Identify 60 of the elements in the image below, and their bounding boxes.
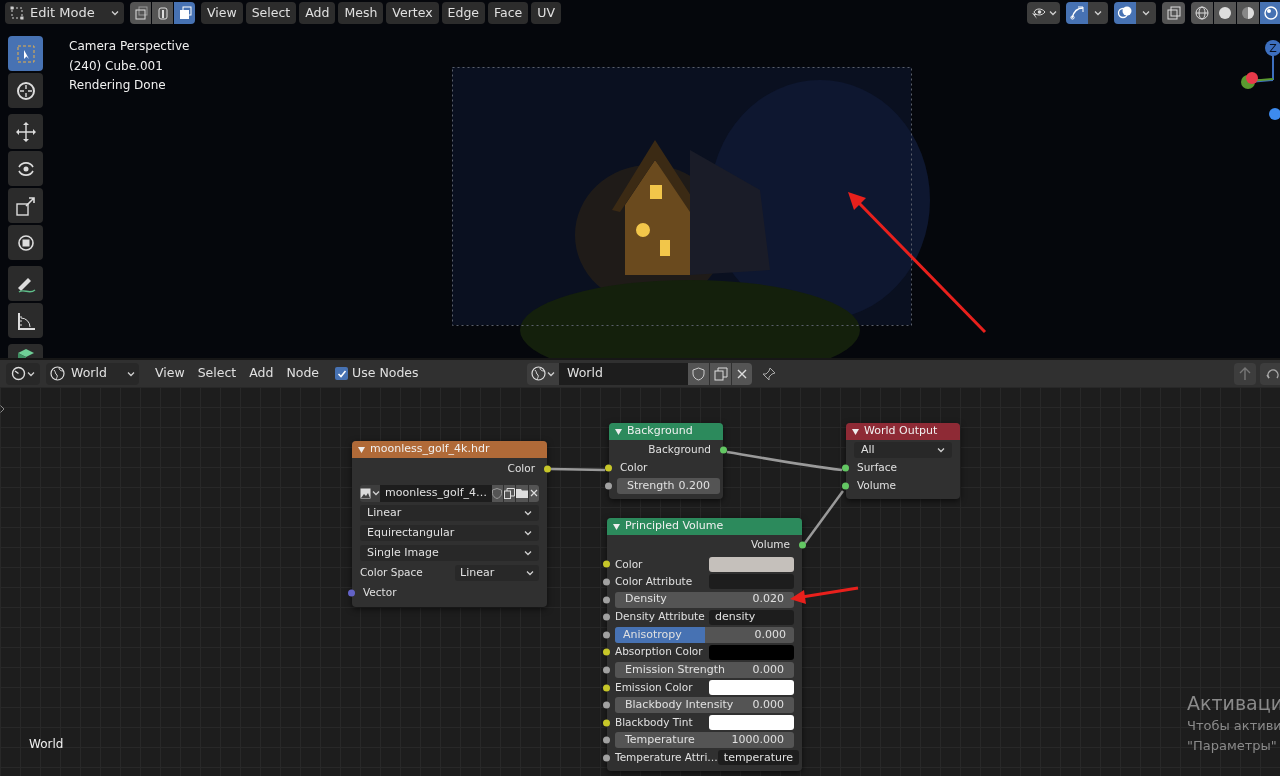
socket-label: Absorption Color — [615, 644, 704, 660]
socket-label: Volume — [750, 536, 791, 552]
dropdown-field[interactable]: Linear — [360, 505, 539, 521]
node-header[interactable]: World Output — [846, 423, 960, 440]
dropdown-field[interactable]: All — [854, 442, 952, 458]
viewport-info-text: Rendering Done — [69, 77, 167, 94]
viewport-info-text: (240) Cube.001 — [69, 57, 164, 75]
menu-button[interactable]: Add — [243, 362, 280, 385]
socket-label: Background — [648, 442, 712, 458]
activation-notice-text: "Параметры" — [1187, 737, 1278, 755]
socket-label: Volume — [856, 478, 897, 494]
socket-label: Density Attribute — [615, 609, 706, 625]
activation-notice-text: Чтобы активи — [1187, 717, 1280, 735]
node-title: Principled Volume — [625, 518, 724, 535]
use-nodes-checkbox[interactable]: Use Nodes — [335, 364, 419, 383]
number-field[interactable]: Density 0.020 — [615, 591, 794, 608]
socket-label: Blackbody Tint — [615, 714, 694, 730]
number-field[interactable]: Temperature 1000.000 — [615, 732, 794, 749]
dropdown-field[interactable]: Equirectangular — [360, 525, 539, 541]
world-name-field[interactable]: World — [559, 362, 688, 385]
socket-label: Color — [619, 460, 648, 476]
dropdown-field[interactable]: Linear — [455, 565, 539, 581]
menu-button[interactable]: Mesh — [338, 2, 384, 24]
node-title: moonless_golf_4k.hdr — [370, 441, 490, 458]
socket-label: Color Space — [360, 565, 424, 581]
menu-button[interactable]: Select — [245, 2, 297, 24]
menu-button[interactable]: Add — [299, 2, 336, 24]
viewport-info-text: Camera Perspective — [69, 38, 190, 55]
navigation-gizmo[interactable]: Z — [1240, 36, 1280, 122]
node-header[interactable]: moonless_golf_4k.hdr — [352, 441, 547, 458]
socket-label: Vector — [362, 585, 397, 601]
socket-label: Color — [615, 556, 644, 572]
shader-type-dropdown[interactable]: World — [46, 362, 139, 385]
socket-label: Color Attribute — [615, 574, 694, 590]
attribute-field[interactable]: density — [709, 609, 794, 625]
mode-dropdown[interactable]: Edit Mode — [5, 2, 124, 24]
node-title: World Output — [864, 423, 938, 440]
menu-button[interactable]: Face — [488, 2, 529, 24]
image-name-field[interactable]: moonless_golf_4… — [380, 484, 493, 502]
dropdown-field[interactable]: Single Image — [360, 545, 539, 561]
number-field[interactable]: Blackbody Intensity 0.000 — [615, 697, 794, 714]
slider-field[interactable]: Anisotropy 0.000 — [615, 626, 794, 643]
menu-button[interactable]: Edge — [441, 2, 485, 24]
menu-button[interactable]: View — [201, 2, 243, 24]
menu-button[interactable]: UV — [531, 2, 561, 24]
socket-label: Temperature Attri… — [615, 750, 718, 766]
attribute-field[interactable]: temperature — [717, 750, 799, 766]
node-header[interactable]: Background — [609, 423, 723, 440]
editor-context-label: World — [29, 736, 64, 753]
socket-label: Surface — [856, 460, 897, 476]
number-field[interactable]: Strength 0.200 — [617, 478, 721, 494]
menu-button[interactable]: Select — [191, 362, 243, 385]
menu-button[interactable]: Vertex — [386, 2, 439, 24]
socket-label: Color — [507, 461, 536, 477]
number-field[interactable]: Emission Strength 0.000 — [615, 661, 794, 678]
node-title: Background — [627, 423, 693, 440]
menu-button[interactable]: View — [149, 362, 191, 385]
menu-button[interactable]: Node — [280, 362, 326, 385]
socket-label: Emission Color — [615, 679, 694, 695]
node-header[interactable]: Principled Volume — [607, 518, 802, 535]
